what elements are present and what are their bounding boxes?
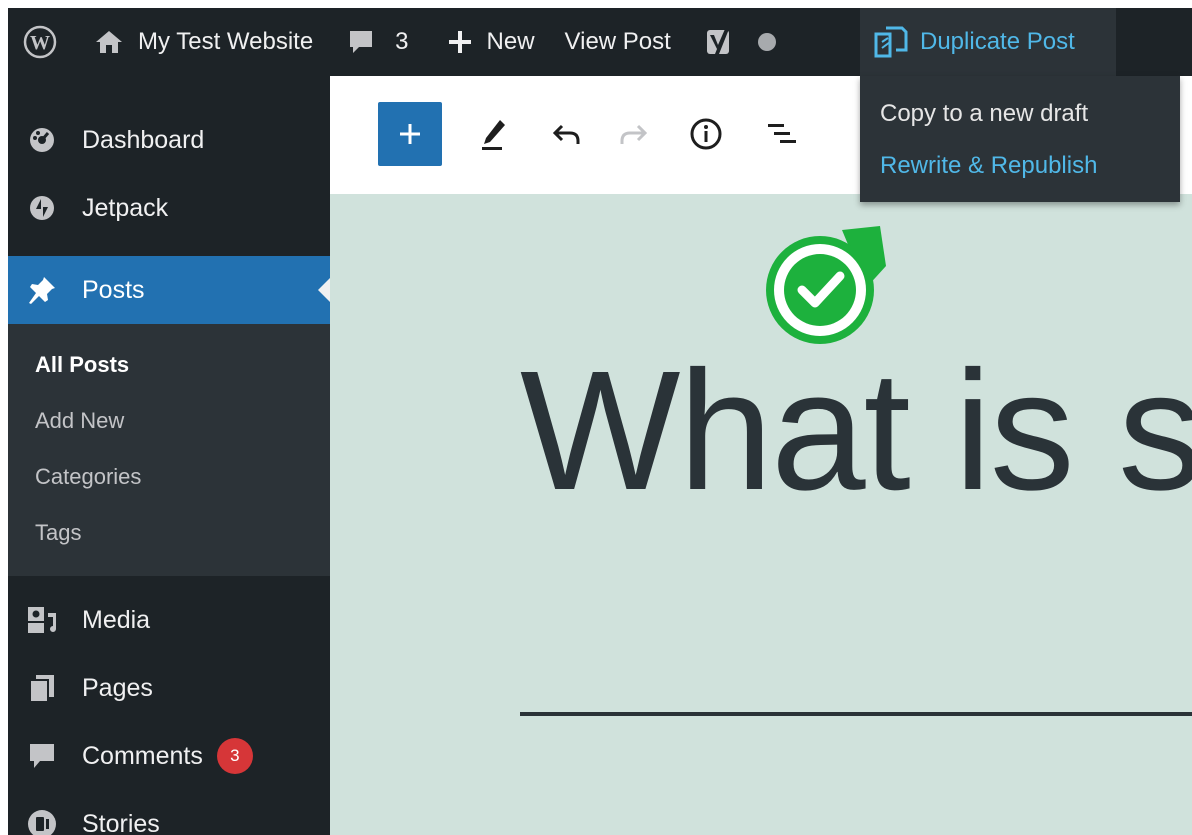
svg-text:W: W xyxy=(30,32,50,54)
seo-score-indicator xyxy=(757,8,777,76)
sidebar-item-comments[interactable]: Comments 3 xyxy=(8,722,330,790)
site-name: My Test Website xyxy=(138,28,314,55)
status-dot-icon xyxy=(757,33,776,51)
submenu-add-new[interactable]: Add New xyxy=(35,408,124,434)
edit-tools-button[interactable] xyxy=(462,102,526,166)
submenu-categories[interactable]: Categories xyxy=(35,464,141,490)
wordpress-logo-button[interactable]: W xyxy=(8,8,72,76)
sidebar-item-label: Dashboard xyxy=(82,125,205,154)
admin-sidebar: Dashboard Jetpack Posts All Posts Add Ne… xyxy=(8,76,330,835)
list-view-button[interactable] xyxy=(750,102,814,166)
sidebar-item-pages[interactable]: Pages xyxy=(8,654,330,722)
sidebar-item-label: Stories xyxy=(82,809,160,835)
pages-icon xyxy=(24,670,60,706)
add-block-button[interactable] xyxy=(378,102,442,166)
home-icon xyxy=(96,31,122,53)
duplicate-post-menu[interactable]: Duplicate Post xyxy=(860,8,1116,76)
sidebar-item-jetpack[interactable]: Jetpack xyxy=(8,174,330,242)
comment-icon xyxy=(24,738,60,774)
details-button[interactable] xyxy=(674,102,738,166)
copy-to-new-draft-link[interactable]: Copy to a new draft xyxy=(880,100,1088,128)
sidebar-item-label: Media xyxy=(82,605,151,634)
pencil-icon xyxy=(482,120,505,150)
duplicate-post-dropdown: Copy to a new draft Rewrite & Republish xyxy=(860,76,1180,202)
wordpress-logo-icon: W xyxy=(23,25,57,59)
sidebar-item-posts[interactable]: Posts xyxy=(8,256,330,324)
comments-link[interactable]: 3 xyxy=(347,8,409,76)
sidebar-item-media[interactable]: Media xyxy=(8,586,330,654)
sidebar-item-label: Comments xyxy=(82,741,203,770)
info-icon xyxy=(690,118,722,150)
pin-icon xyxy=(24,272,60,308)
submenu-tags[interactable]: Tags xyxy=(35,520,81,546)
sidebar-item-stories[interactable]: Stories xyxy=(8,790,330,835)
sidebar-item-label: Pages xyxy=(82,673,153,702)
sidebar-item-label: Posts xyxy=(82,275,145,304)
media-icon xyxy=(24,602,60,638)
comments-badge: 3 xyxy=(216,738,253,774)
duplicate-icon xyxy=(874,26,908,58)
rewrite-republish-link[interactable]: Rewrite & Republish xyxy=(880,152,1097,180)
undo-icon xyxy=(552,124,580,144)
jetpack-icon xyxy=(24,190,60,226)
view-post-link[interactable]: View Post xyxy=(565,8,671,76)
list-view-icon xyxy=(768,124,796,143)
submenu-all-posts[interactable]: All Posts xyxy=(35,352,129,378)
active-menu-pointer xyxy=(318,278,330,302)
separator-block xyxy=(520,712,1192,716)
yoast-icon xyxy=(706,29,729,54)
view-post-label: View Post xyxy=(564,28,671,55)
yoast-seo-button[interactable] xyxy=(705,8,735,76)
sidebar-item-label: Jetpack xyxy=(82,193,169,222)
plus-icon xyxy=(448,31,471,53)
posts-submenu: All Posts Add New Categories Tags xyxy=(8,324,330,576)
post-title[interactable]: What is s xyxy=(520,346,1192,516)
comment-bubble-icon xyxy=(350,31,373,53)
dashboard-icon xyxy=(24,122,60,158)
admin-bar: W My Test Website 3 New View Post Duplic… xyxy=(8,8,1192,76)
new-label: New xyxy=(486,28,535,55)
sidebar-item-dashboard[interactable]: Dashboard xyxy=(8,106,330,174)
new-content-button[interactable]: New xyxy=(447,8,535,76)
redo-button[interactable] xyxy=(602,102,666,166)
wp-admin-screen: W My Test Website 3 New View Post Duplic… xyxy=(8,8,1192,835)
redo-icon xyxy=(620,124,648,144)
plus-icon xyxy=(400,124,420,144)
site-name-link[interactable]: My Test Website xyxy=(94,8,313,76)
duplicate-post-label: Duplicate Post xyxy=(920,28,1075,55)
stories-icon xyxy=(24,806,60,835)
undo-button[interactable] xyxy=(534,102,598,166)
comments-count: 3 xyxy=(395,28,409,55)
